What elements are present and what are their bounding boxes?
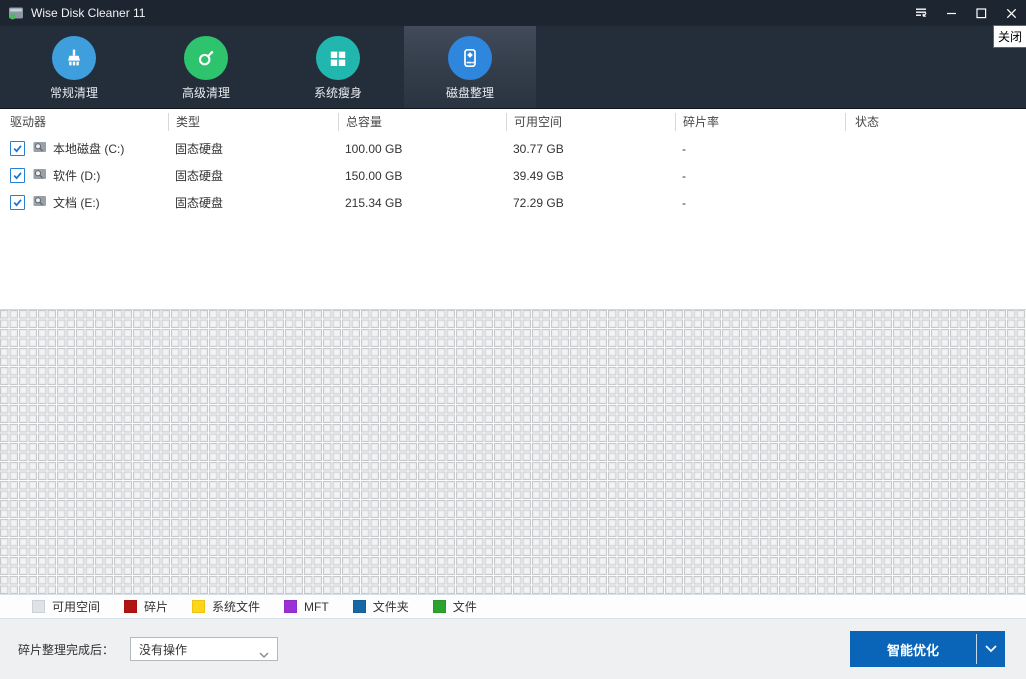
column-header-drive[interactable]: 驱动器	[0, 113, 168, 131]
close-button[interactable]	[996, 1, 1026, 25]
drive-free: 72.29 GB	[506, 196, 675, 210]
system-files-swatch	[192, 600, 205, 613]
column-header-status[interactable]: 状态	[845, 113, 1026, 131]
after-defrag-label: 碎片整理完成后：	[18, 619, 114, 679]
legend-label: 文件夹	[373, 598, 409, 615]
drive-checkbox[interactable]	[10, 141, 25, 156]
tab-disk-defrag[interactable]: 磁盘整理	[404, 26, 536, 108]
app-icon	[8, 5, 24, 21]
drive-free: 39.49 GB	[506, 169, 675, 183]
drive-total: 100.00 GB	[338, 142, 506, 156]
drive-name: 软件 (D:)	[53, 167, 100, 184]
drive-fragmentation: -	[675, 169, 845, 183]
free-space-swatch	[32, 600, 45, 613]
drive-total: 215.34 GB	[338, 196, 506, 210]
legend-item-system-files: 系统文件	[192, 598, 260, 615]
drive-type: 固态硬盘	[168, 140, 338, 157]
smart-optimize-button[interactable]: 智能优化	[850, 631, 976, 667]
drive-fragmentation: -	[675, 196, 845, 210]
drive-fragmentation: -	[675, 142, 845, 156]
mft-swatch	[284, 600, 297, 613]
tray-menu-icon	[913, 5, 929, 21]
tab-label: 系统瘦身	[314, 84, 362, 101]
legend-item-fragment: 碎片	[124, 598, 168, 615]
tab-label: 常规清理	[50, 84, 98, 101]
disk-drive-icon	[448, 36, 492, 80]
after-defrag-selected-value: 没有操作	[139, 641, 187, 658]
close-icon	[1003, 5, 1020, 22]
files-swatch	[433, 600, 446, 613]
chevron-down-icon	[259, 647, 269, 661]
legend-label: MFT	[304, 600, 329, 614]
defrag-block-map	[0, 309, 1026, 594]
chevron-down-icon	[985, 645, 997, 653]
maximize-button[interactable]	[966, 1, 996, 25]
drive-checkbox[interactable]	[10, 168, 25, 183]
tab-regular-clean[interactable]: 常规清理	[8, 26, 140, 108]
fragment-swatch	[124, 600, 137, 613]
broom-icon	[52, 36, 96, 80]
footer-bar: 碎片整理完成后： 没有操作 智能优化	[0, 619, 1026, 679]
minimize-button[interactable]	[936, 1, 966, 25]
wise-disk-cleaner-window: Wise Disk Cleaner 11 关闭	[0, 0, 1026, 679]
column-header-total[interactable]: 总容量	[338, 113, 506, 131]
legend-label: 文件	[453, 598, 477, 615]
column-header-fragmentation[interactable]: 碎片率	[675, 113, 845, 131]
tab-system-slim[interactable]: 系统瘦身	[272, 26, 404, 108]
hdd-icon	[33, 194, 47, 211]
smart-optimize-split-button: 智能优化	[850, 631, 1005, 667]
block-map-legend: 可用空间 碎片 系统文件 MFT 文件夹 文件	[0, 594, 1026, 619]
table-row[interactable]: 软件 (D:) 固态硬盘 150.00 GB 39.49 GB -	[0, 162, 1026, 189]
table-header: 驱动器 类型 总容量 可用空间 碎片率 状态	[0, 109, 1026, 135]
hdd-icon	[33, 167, 47, 184]
titlebar: Wise Disk Cleaner 11	[0, 0, 1026, 26]
hdd-icon	[33, 140, 47, 157]
folders-swatch	[353, 600, 366, 613]
drive-free: 30.77 GB	[506, 142, 675, 156]
window-title: Wise Disk Cleaner 11	[31, 6, 145, 20]
windows-logo-icon	[316, 36, 360, 80]
drive-type: 固态硬盘	[168, 194, 338, 211]
tab-label: 高级清理	[182, 84, 230, 101]
table-row[interactable]: 本地磁盘 (C:) 固态硬盘 100.00 GB 30.77 GB -	[0, 135, 1026, 162]
legend-item-free: 可用空间	[32, 598, 100, 615]
close-tooltip: 关闭	[993, 25, 1026, 48]
legend-item-mft: MFT	[284, 600, 329, 614]
hide-to-tray-button[interactable]	[906, 1, 936, 25]
legend-label: 可用空间	[52, 598, 100, 615]
drive-table: 驱动器 类型 总容量 可用空间 碎片率 状态 本地磁盘 (C:)	[0, 108, 1026, 309]
drive-total: 150.00 GB	[338, 169, 506, 183]
maximize-icon	[973, 5, 990, 22]
after-defrag-select[interactable]: 没有操作	[130, 637, 278, 661]
drive-name: 文档 (E:)	[53, 194, 100, 211]
tab-label: 磁盘整理	[446, 84, 494, 101]
drive-type: 固态硬盘	[168, 167, 338, 184]
minimize-icon	[943, 5, 960, 22]
tab-advanced-clean[interactable]: 高级清理	[140, 26, 272, 108]
drive-checkbox[interactable]	[10, 195, 25, 210]
drive-name: 本地磁盘 (C:)	[53, 140, 124, 157]
legend-item-files: 文件	[433, 598, 477, 615]
column-header-type[interactable]: 类型	[168, 113, 338, 131]
table-row[interactable]: 文档 (E:) 固态硬盘 215.34 GB 72.29 GB -	[0, 189, 1026, 216]
legend-label: 碎片	[144, 598, 168, 615]
optimize-dropdown-button[interactable]	[977, 631, 1005, 667]
magnifier-icon	[184, 36, 228, 80]
legend-label: 系统文件	[212, 598, 260, 615]
column-header-free[interactable]: 可用空间	[506, 113, 675, 131]
legend-item-folders: 文件夹	[353, 598, 409, 615]
toolbar: 常规清理 高级清理 系统瘦身	[0, 26, 1026, 108]
